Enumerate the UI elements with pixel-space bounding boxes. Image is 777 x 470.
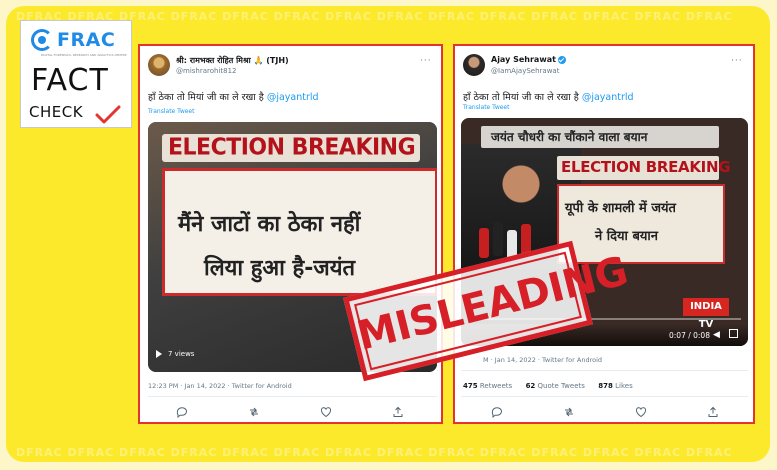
tweet-text: हाँ ठेका तो मियां जी का ले रखा है @jayan… [148,90,319,103]
tweet-author-name-text: Ajay Sehrawat [491,55,556,64]
tweet-author-name[interactable]: श्री: रामभक्त रोहित मिश्रा 🙏 (TJH) [176,55,289,66]
video-time: 0:07 / 0:08 [669,331,710,340]
tweet-author-name[interactable]: Ajay Sehrawat [491,55,566,64]
video-headline-line-1: यूपी के शामली में जयंत [565,201,676,216]
quote-tweets-label[interactable]: Quote Tweets [538,382,585,390]
tweet-text-hindi: हाँ ठेका तो मियां जी का ले रखा है [148,92,264,103]
divider [148,396,437,397]
divider [461,396,748,397]
tweet-author-handle[interactable]: @IamAjaySehrawat [491,67,559,75]
logo-check-text: CHECK [29,103,84,121]
tweet-mention-link[interactable]: @jayantrld [267,92,319,103]
like-icon[interactable] [320,406,332,418]
tweet-stats: 475 Retweets 62 Quote Tweets 878 Likes [463,382,633,390]
like-icon[interactable] [635,406,647,418]
retweets-count[interactable]: 475 [463,382,478,390]
share-icon[interactable] [707,406,719,418]
tweet-mention-link[interactable]: @jayantrld [582,92,634,103]
translate-tweet-link[interactable]: Translate Tweet [463,104,509,111]
video-headline-board [557,184,725,264]
likes-label[interactable]: Likes [615,382,633,390]
logo-tagline: DIGITAL FORENSICS, RESEARCH AND ANALYTIC… [41,53,127,57]
divider [461,370,748,371]
avatar[interactable] [148,54,170,76]
likes-count[interactable]: 878 [598,382,613,390]
tweet-timestamp[interactable]: M · Jan 14, 2022 · Twitter for Android [483,356,602,364]
video-topbar-text: जयंत चौधरी का चौंकाने वाला बयान [491,130,648,144]
dfrac-fact-check-logo: FRAC DIGITAL FORENSICS, RESEARCH AND ANA… [20,20,132,128]
check-mark-icon [95,105,121,124]
retweet-icon[interactable] [563,406,575,418]
logo-fact-text: FACT [31,63,109,98]
translate-tweet-link[interactable]: Translate Tweet [148,108,194,115]
fullscreen-icon[interactable] [729,329,738,338]
tweet-author-handle[interactable]: @mishrarohit812 [176,67,237,75]
share-icon[interactable] [392,406,404,418]
video-banner-text: ELECTION BREAKING [168,134,416,161]
watermark-row: DFRAC DFRAC DFRAC DFRAC DFRAC DFRAC DFRA… [16,446,733,459]
more-options-icon[interactable]: ··· [420,56,432,66]
verified-icon [557,55,566,64]
video-headline-line-1: मैंने जाटों का ठेका नहीं [178,212,361,237]
play-icon[interactable] [156,350,162,358]
tweet-card-2: Ajay Sehrawat @IamAjaySehrawat ··· हाँ ठ… [453,44,755,424]
video-headline-line-2: ने दिया बयान [595,229,658,244]
video-views: 7 views [168,350,195,358]
tweet-timestamp[interactable]: 12:23 PM · Jan 14, 2022 · Twitter for An… [148,382,292,390]
volume-icon[interactable]: ◀︎ [713,330,720,340]
more-options-icon[interactable]: ··· [731,56,743,66]
logo-d-dot-icon [38,36,46,44]
retweet-icon[interactable] [248,406,260,418]
reply-icon[interactable] [176,406,188,418]
retweets-label[interactable]: Retweets [480,382,512,390]
tweet-actions [455,406,757,420]
tweet-text-hindi: हाँ ठेका तो मियां जी का ले रखा है [463,92,579,103]
channel-logo: INDIA TV [683,298,729,330]
logo-brand-text: FRAC [57,29,116,51]
quote-tweets-count[interactable]: 62 [526,382,536,390]
tweet-text: हाँ ठेका तो मियां जी का ले रखा है @jayan… [463,90,634,103]
avatar[interactable] [463,54,485,76]
reply-icon[interactable] [491,406,503,418]
video-headline-line-2: लिया हुआ है-जयंत [204,256,355,281]
video-banner-text: ELECTION BREAKING [561,158,731,176]
tweet-actions [140,406,445,420]
